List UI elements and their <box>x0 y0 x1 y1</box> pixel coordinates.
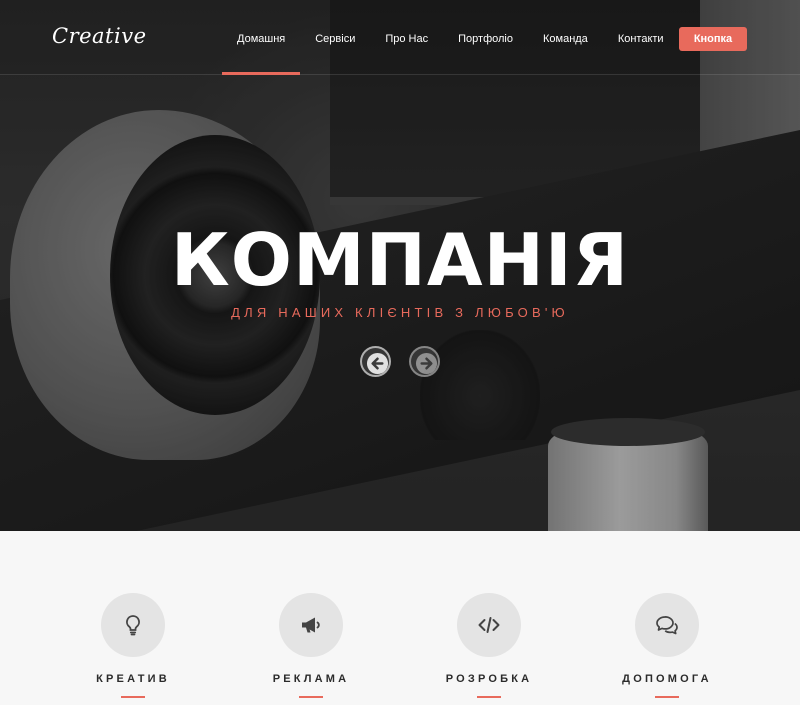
hero-section: Creative Домашня Сервіси Про Нас Портфол… <box>0 0 800 531</box>
hero-subtitle: ДЛЯ НАШИХ КЛІЄНТІВ З ЛЮБОВ'Ю <box>231 305 569 320</box>
arrow-right-icon <box>415 352 438 375</box>
feature-icon-circle <box>279 593 343 657</box>
nav-item-team[interactable]: Команда <box>528 0 603 75</box>
code-icon <box>478 617 500 633</box>
cta-button[interactable]: Кнопка <box>679 27 747 51</box>
feature-underline <box>299 696 323 698</box>
feature-icon-circle <box>635 593 699 657</box>
slider-prev-button[interactable] <box>360 346 391 377</box>
top-navbar: Creative Домашня Сервіси Про Нас Портфол… <box>0 0 800 75</box>
feature-creative[interactable]: КРЕАТИВ <box>63 593 203 698</box>
nav-item-contacts[interactable]: Контакти <box>603 0 679 75</box>
main-menu: Домашня Сервіси Про Нас Портфоліо Команд… <box>222 0 679 75</box>
feature-icon-circle <box>101 593 165 657</box>
chat-bubbles-icon <box>656 616 678 635</box>
feature-underline <box>121 696 145 698</box>
feature-advertising[interactable]: РЕКЛАМА <box>241 593 381 698</box>
feature-support[interactable]: ДОПОМОГА <box>597 593 737 698</box>
hero-title: КОМПАНІЯ <box>170 218 630 302</box>
feature-development[interactable]: РОЗРОБКА <box>419 593 559 698</box>
feature-label: РОЗРОБКА <box>445 673 533 685</box>
nav-item-portfolio[interactable]: Портфоліо <box>443 0 528 75</box>
features-section: КРЕАТИВ РЕКЛАМА РОЗРОБКА ДОПОМОГА <box>0 531 800 705</box>
arrow-left-icon <box>366 352 389 375</box>
megaphone-icon <box>302 617 320 633</box>
feature-icon-circle <box>457 593 521 657</box>
logo[interactable]: Creative <box>52 24 147 48</box>
nav-item-home[interactable]: Домашня <box>222 0 301 75</box>
feature-underline <box>477 696 501 698</box>
feature-underline <box>655 696 679 698</box>
lightbulb-icon <box>126 615 140 636</box>
feature-label: РЕКЛАМА <box>272 673 350 685</box>
feature-label: ДОПОМОГА <box>622 673 712 685</box>
nav-item-about[interactable]: Про Нас <box>370 0 443 75</box>
feature-label: КРЕАТИВ <box>96 673 170 685</box>
slider-next-button[interactable] <box>409 346 440 377</box>
nav-item-services[interactable]: Сервіси <box>300 0 370 75</box>
